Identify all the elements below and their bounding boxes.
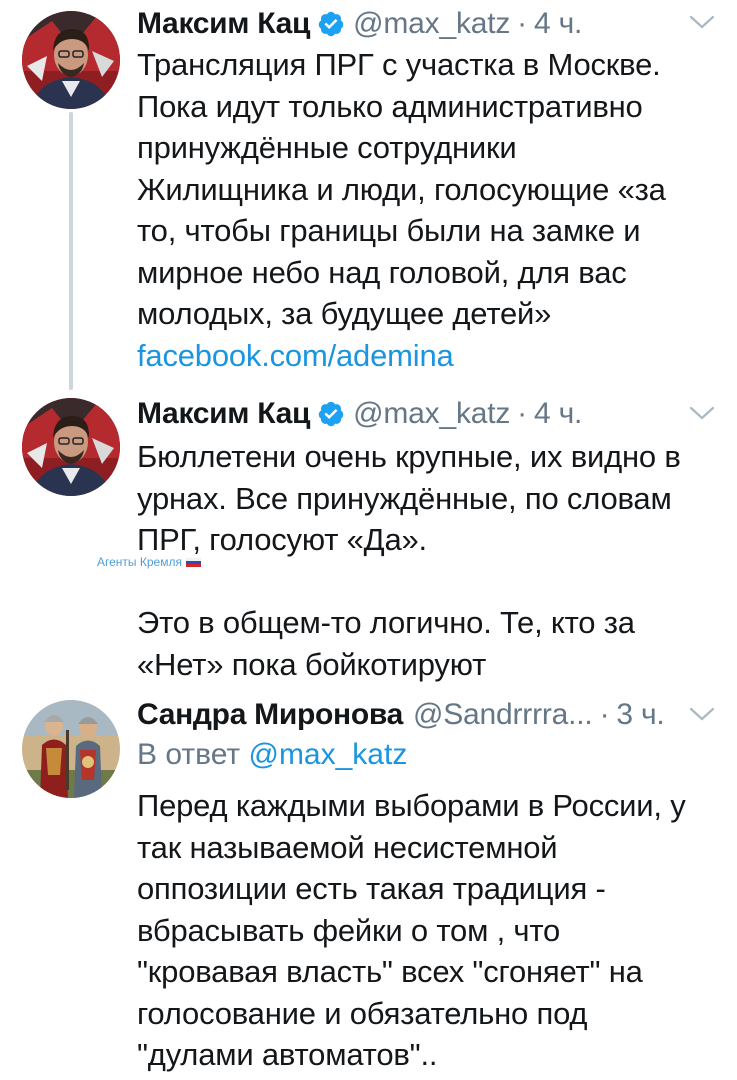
text-line: то, чтобы границы были на замке и xyxy=(137,213,641,248)
text-line: так называемой несистемной xyxy=(137,829,558,865)
reply-handle-link[interactable]: @max_katz xyxy=(248,738,407,771)
text-line: Трансляция ПРГ с участка в Москве. xyxy=(137,47,661,82)
text-line: мирное небо над головой, для вас xyxy=(137,254,627,290)
text-line: принуждённые сотрудники xyxy=(137,130,517,165)
watermark-text: Агенты Кремля xyxy=(97,555,182,569)
author-handle[interactable]: @Sandrrrra... xyxy=(413,698,593,732)
author-name[interactable]: Сандра Миронова xyxy=(137,698,403,732)
text-line: Бюллетени очень крупные, их видно в xyxy=(137,439,681,474)
author-name[interactable]: Максим Кац xyxy=(137,397,310,431)
text-line: "дулами автоматов".. xyxy=(137,1037,438,1072)
avatar-image xyxy=(22,11,120,109)
text-line: Это в общем-то логично. Те, кто за xyxy=(137,605,635,640)
author-handle[interactable]: @max_katz xyxy=(353,397,510,431)
separator-dot: · xyxy=(599,698,610,731)
text-line: молодых, за будущее детей» xyxy=(137,296,552,331)
text-line: «Нет» пока бойкотируют xyxy=(137,646,487,682)
text-line: Перед каждыми выборами в России, у xyxy=(137,788,686,823)
text-line: "кровавая власть" всех "сгоняет" на xyxy=(137,954,643,989)
tweet-time[interactable]: 4 ч. xyxy=(534,7,582,41)
russian-flag-icon xyxy=(185,557,201,567)
avatar-max-katz[interactable] xyxy=(22,398,120,496)
author-name[interactable]: Максим Кац xyxy=(137,7,310,41)
separator-dot: · xyxy=(517,7,527,40)
author-handle[interactable]: @max_katz xyxy=(353,7,510,41)
tweet-header: Сандра Миронова @Sandrrrra... · 3 ч. xyxy=(137,693,665,737)
avatar-image xyxy=(22,398,120,496)
text-line xyxy=(137,561,681,603)
chevron-down-icon[interactable] xyxy=(688,404,716,422)
chevron-down-icon[interactable] xyxy=(688,13,716,31)
text-line: урнах. Все принуждённые, по словам xyxy=(137,480,672,516)
tweet-text: Трансляция ПРГ с участка в Москве. Пока … xyxy=(137,44,666,376)
tweet-text: Бюллетени очень крупные, их видно в урна… xyxy=(137,436,681,685)
text-line: оппозиции есть такая традиция - xyxy=(137,871,606,906)
reply-context: В ответ @max_katz xyxy=(137,735,407,775)
separator-dot: · xyxy=(517,397,527,430)
thread-line xyxy=(69,112,73,390)
avatar-image xyxy=(22,700,120,798)
text-line: вбрасывать фейки о том , что xyxy=(137,912,561,948)
text-line: Пока идут только административно xyxy=(137,88,643,124)
verified-badge-icon xyxy=(318,11,344,37)
watermark: Агенты Кремля xyxy=(97,555,201,569)
reply-prefix: В ответ xyxy=(137,738,241,771)
tweet-text: Перед каждыми выборами в России, у так н… xyxy=(137,785,686,1076)
verified-badge-icon xyxy=(318,401,344,427)
text-line: голосование и обязательно под xyxy=(137,995,588,1031)
text-line: Жилищника и люди, голосующие «за xyxy=(137,171,666,207)
tweet-header: Максим Кац @max_katz · 4 ч. xyxy=(137,392,582,436)
tweet-time[interactable]: 3 ч. xyxy=(616,698,664,732)
chevron-down-icon[interactable] xyxy=(688,705,716,723)
tweet-time[interactable]: 4 ч. xyxy=(534,397,582,431)
avatar-max-katz[interactable] xyxy=(22,11,120,109)
facebook-link[interactable]: facebook.com/ademina xyxy=(137,335,666,377)
tweet-header: Максим Кац @max_katz · 4 ч. xyxy=(137,2,582,46)
text-line: ПРГ, голосуют «Да». xyxy=(137,522,427,557)
avatar-sandra-mironova[interactable] xyxy=(22,700,120,798)
